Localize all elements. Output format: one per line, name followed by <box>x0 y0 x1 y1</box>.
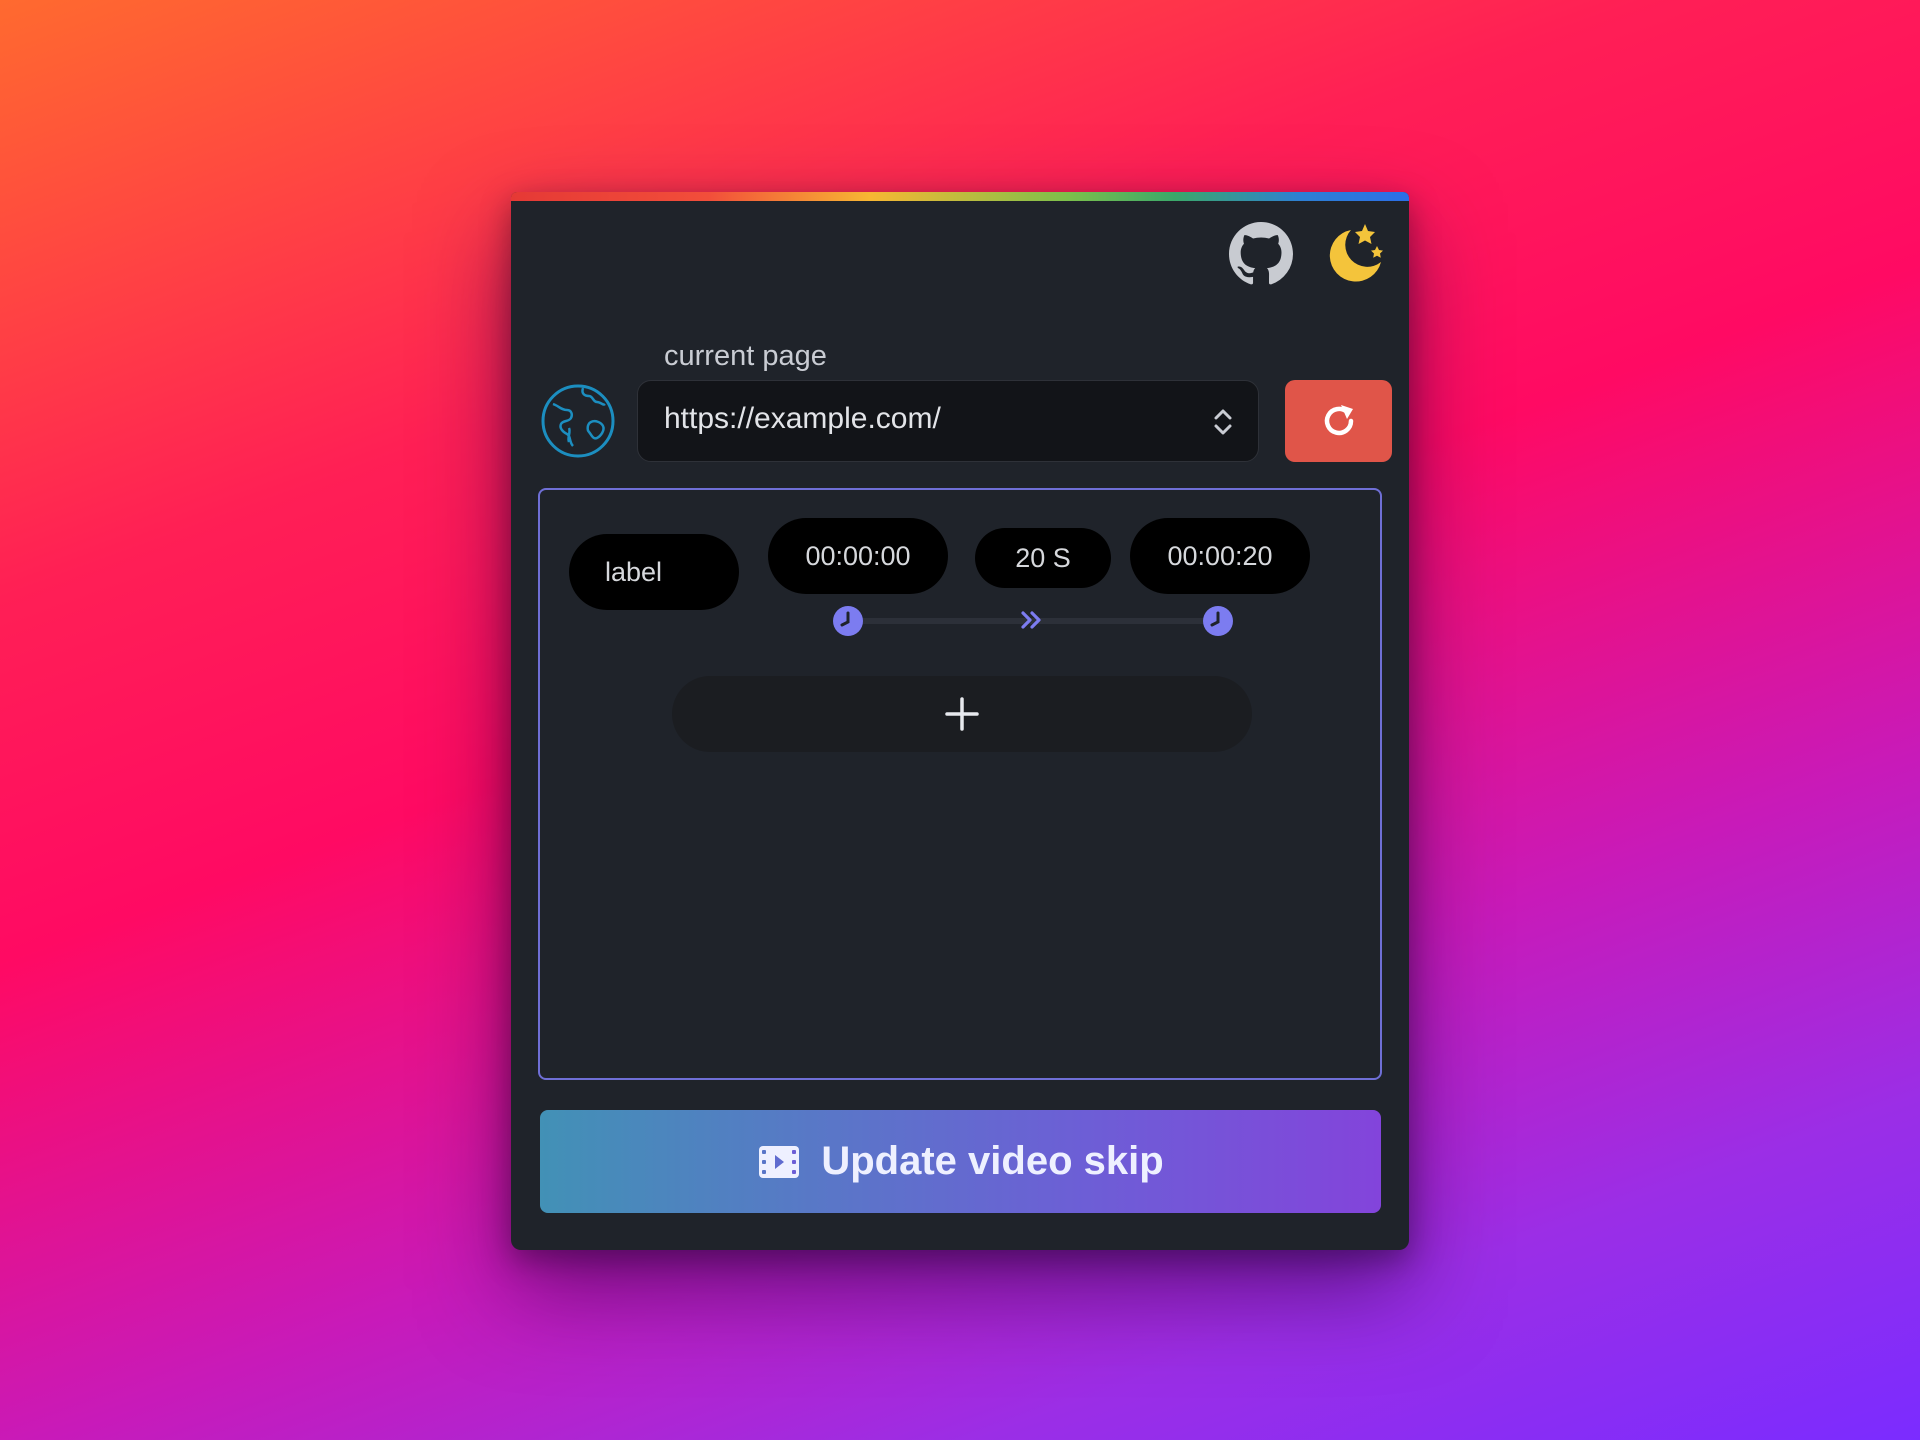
github-icon <box>1229 222 1293 285</box>
skip-range-track <box>833 606 1233 636</box>
fast-forward-icon <box>1021 611 1041 629</box>
moon-stars-icon <box>1329 224 1383 282</box>
url-select[interactable]: https://example.com/ <box>637 380 1259 462</box>
plus-icon <box>945 697 979 731</box>
header-actions <box>1229 222 1385 286</box>
end-time-input[interactable]: 00:00:20 <box>1130 518 1310 594</box>
skip-duration: 20 S <box>975 528 1111 588</box>
current-page-row: current page https://example.com/ <box>539 340 1392 462</box>
refresh-icon <box>1324 405 1353 436</box>
theme-toggle[interactable] <box>1321 222 1385 286</box>
github-link[interactable] <box>1229 222 1293 286</box>
start-clock-icon[interactable] <box>832 605 864 637</box>
globe-icon <box>541 384 615 458</box>
rainbow-accent-bar <box>511 192 1409 201</box>
refresh-button[interactable] <box>1285 380 1392 462</box>
film-icon <box>759 1145 800 1178</box>
skip-label-input[interactable]: label <box>569 534 739 610</box>
update-video-skip-button[interactable]: Update video skip <box>540 1110 1381 1213</box>
chevron-up-down-icon <box>1214 409 1232 435</box>
current-page-label: current page <box>664 340 827 372</box>
url-value: https://example.com/ <box>664 402 941 435</box>
update-button-label: Update video skip <box>821 1139 1164 1183</box>
end-clock-icon[interactable] <box>1202 605 1234 637</box>
video-skip-panel: label 00:00:00 20 S 00:00:20 <box>538 488 1382 1080</box>
extension-popup: current page https://example.com/ label … <box>511 192 1409 1250</box>
start-time-input[interactable]: 00:00:00 <box>768 518 948 594</box>
add-skip-button[interactable] <box>672 676 1252 752</box>
